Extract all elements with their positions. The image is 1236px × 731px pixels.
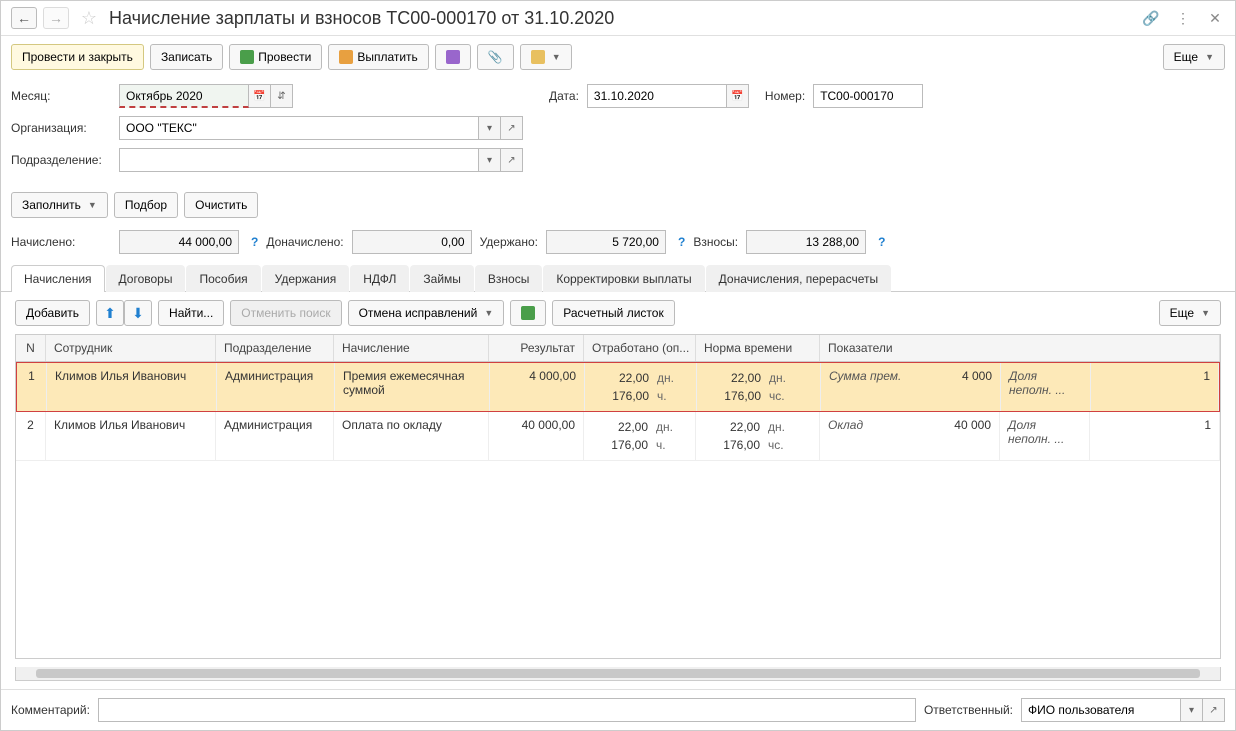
move-down-button[interactable]: ⬇ (124, 300, 152, 326)
fill-button[interactable]: Заполнить▼ (11, 192, 108, 218)
org-label: Организация: (11, 121, 111, 135)
tab-contracts[interactable]: Договоры (106, 265, 186, 292)
table-row[interactable]: 2 Климов Илья Иванович Администрация Опл… (16, 412, 1220, 461)
month-input[interactable] (119, 84, 249, 108)
col-employee[interactable]: Сотрудник (46, 335, 216, 361)
select-button[interactable]: Подбор (114, 192, 178, 218)
withheld-label: Удержано: (480, 235, 538, 249)
list-icon (446, 50, 460, 64)
chevron-down-icon: ▼ (552, 52, 561, 62)
pay-button[interactable]: Выплатить (328, 44, 429, 70)
grid-icon (521, 306, 535, 320)
cancel-corrections-button[interactable]: Отмена исправлений▼ (348, 300, 505, 326)
month-label: Месяц: (11, 89, 111, 103)
sub-more-button[interactable]: Еще▼ (1159, 300, 1221, 326)
responsible-input[interactable] (1021, 698, 1181, 722)
dept-label: Подразделение: (11, 153, 111, 167)
calendar-icon[interactable]: 📅 (249, 84, 271, 108)
tab-loans[interactable]: Займы (410, 265, 474, 292)
org-input[interactable] (119, 116, 479, 140)
calendar-icon[interactable]: 📅 (727, 84, 749, 108)
comment-input[interactable] (98, 698, 916, 722)
add-row-button[interactable]: Добавить (15, 300, 90, 326)
table-row[interactable]: 1 Климов Илья Иванович Администрация Пре… (16, 362, 1220, 412)
tab-benefits[interactable]: Пособия (186, 265, 260, 292)
post-button[interactable]: Провести (229, 44, 322, 70)
chevron-down-icon: ▼ (484, 308, 493, 318)
dropdown-icon[interactable]: ▾ (1181, 698, 1203, 722)
date-label: Дата: (549, 89, 579, 103)
chevron-down-icon: ▼ (88, 200, 97, 210)
tab-deductions[interactable]: Удержания (262, 265, 350, 292)
col-norm[interactable]: Норма времени (696, 335, 820, 361)
extra-accrued-value (352, 230, 472, 254)
clip-icon: 📎 (488, 50, 503, 64)
col-n[interactable]: N (16, 335, 46, 361)
tab-ndfl[interactable]: НДФЛ (350, 265, 409, 292)
open-icon[interactable]: ↗ (1203, 698, 1225, 722)
post-icon (240, 50, 254, 64)
save-button[interactable]: Записать (150, 44, 223, 70)
menu-icon[interactable]: ⋮ (1173, 8, 1193, 28)
col-indicators[interactable]: Показатели (820, 335, 1220, 361)
col-result[interactable]: Результат (489, 335, 584, 361)
responsible-label: Ответственный: (924, 703, 1013, 717)
date-input[interactable] (587, 84, 727, 108)
tab-accruals[interactable]: Начисления (11, 265, 105, 292)
table-settings-button[interactable] (510, 300, 546, 326)
doc-icon (531, 50, 545, 64)
clear-button[interactable]: Очистить (184, 192, 258, 218)
contrib-label: Взносы: (693, 235, 738, 249)
dropdown-icon[interactable]: ▾ (479, 148, 501, 172)
pay-icon (339, 50, 353, 64)
favorite-icon[interactable]: ☆ (79, 8, 99, 28)
more-button[interactable]: Еще▼ (1163, 44, 1225, 70)
dropdown-icon[interactable]: ▾ (479, 116, 501, 140)
col-worked[interactable]: Отработано (оп... (584, 335, 696, 361)
tab-recalc[interactable]: Доначисления, перерасчеты (706, 265, 891, 292)
back-button[interactable]: ← (11, 7, 37, 29)
comment-label: Комментарий: (11, 703, 90, 717)
reports-button[interactable] (435, 44, 471, 70)
tab-corrections[interactable]: Корректировки выплаты (543, 265, 704, 292)
accrued-label: Начислено: (11, 235, 111, 249)
table-header: N Сотрудник Подразделение Начисление Рез… (16, 335, 1220, 362)
horizontal-scrollbar[interactable] (15, 667, 1221, 681)
attach-button[interactable]: 📎 (477, 44, 514, 70)
help-icon[interactable]: ? (251, 235, 258, 249)
accrued-value (119, 230, 239, 254)
find-button[interactable]: Найти... (158, 300, 224, 326)
forward-button[interactable]: → (43, 7, 69, 29)
page-title: Начисление зарплаты и взносов ТС00-00017… (109, 8, 1129, 29)
open-icon[interactable]: ↗ (501, 148, 523, 172)
create-based-button[interactable]: ▼ (520, 44, 572, 70)
col-calculation[interactable]: Начисление (334, 335, 489, 361)
cancel-find-button[interactable]: Отменить поиск (230, 300, 341, 326)
month-stepper[interactable]: ⇵ (271, 84, 293, 108)
payslip-button[interactable]: Расчетный листок (552, 300, 674, 326)
number-label: Номер: (765, 89, 805, 103)
contrib-value (746, 230, 866, 254)
close-icon[interactable]: ✕ (1205, 8, 1225, 28)
col-department[interactable]: Подразделение (216, 335, 334, 361)
dept-input[interactable] (119, 148, 479, 172)
withheld-value (546, 230, 666, 254)
extra-accrued-label: Доначислено: (266, 235, 343, 249)
move-up-button[interactable]: ⬆ (96, 300, 124, 326)
help-icon[interactable]: ? (678, 235, 685, 249)
link-icon[interactable]: 🔗 (1141, 8, 1161, 28)
help-icon[interactable]: ? (878, 235, 885, 249)
tab-contributions[interactable]: Взносы (475, 265, 542, 292)
post-and-close-button[interactable]: Провести и закрыть (11, 44, 144, 70)
chevron-down-icon: ▼ (1201, 308, 1210, 318)
number-input[interactable] (813, 84, 923, 108)
open-icon[interactable]: ↗ (501, 116, 523, 140)
chevron-down-icon: ▼ (1205, 52, 1214, 62)
